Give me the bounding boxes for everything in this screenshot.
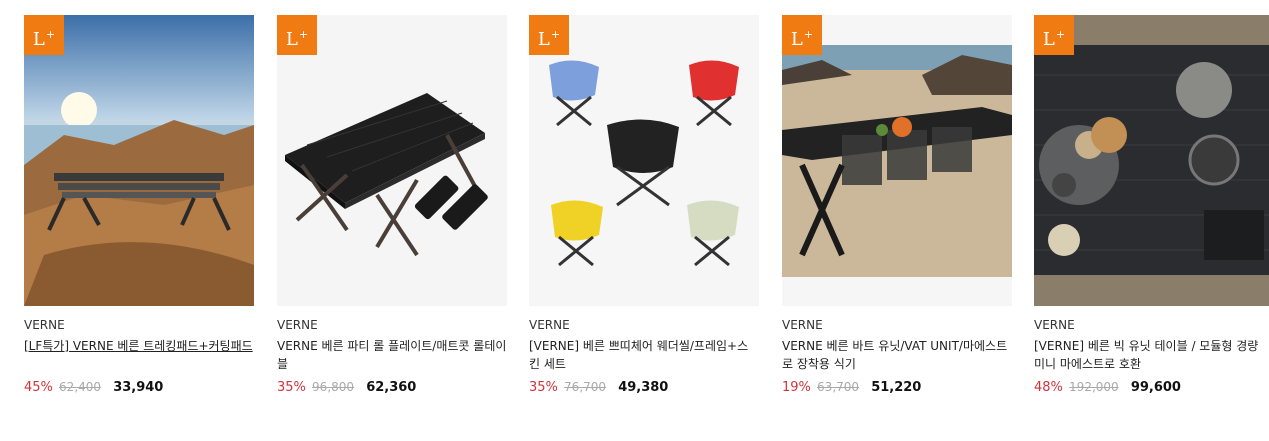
- original-price: 192,000: [1069, 380, 1119, 394]
- original-price: 63,700: [817, 380, 860, 394]
- l-plus-badge: L+: [24, 15, 64, 55]
- original-price: 96,800: [312, 380, 355, 394]
- price-row: 35% 96,800 62,360: [277, 380, 507, 395]
- product-image[interactable]: L+: [1034, 15, 1269, 306]
- product-name-link[interactable]: [VERNE] 베른 쁘띠체어 웨더씰/프레임+스킨 세트: [529, 337, 759, 373]
- product-card[interactable]: L+ VERNE [VERNE] 베른 빅 유닛 테이블 / 모듈형 경량 미니…: [1034, 15, 1269, 395]
- brand-name: VERNE: [24, 318, 65, 332]
- product-name-link[interactable]: VERNE 베른 바트 유닛/VAT UNIT/마에스트로 장착용 식기: [782, 337, 1012, 373]
- discount-rate: 35%: [277, 380, 306, 395]
- sale-price: 99,600: [1130, 380, 1181, 395]
- price-row: 48% 192,000 99,600: [1034, 380, 1269, 395]
- product-card[interactable]: L+ VERNE [LF특가] VERNE 베른 트레킹패드+커팅패드 45% …: [24, 15, 254, 395]
- product-card[interactable]: L+ VERNE VERNE 베른 파티 롤 플레이트/매트콧 롤테이블 35%…: [277, 15, 507, 395]
- product-image[interactable]: L+: [277, 15, 507, 306]
- brand-name: VERNE: [277, 318, 318, 332]
- price-row: 19% 63,700 51,220: [782, 380, 1012, 395]
- discount-rate: 35%: [529, 380, 558, 395]
- roll-table-photo: [277, 15, 507, 306]
- original-price: 62,400: [59, 380, 102, 394]
- brand-name: VERNE: [782, 318, 823, 332]
- original-price: 76,700: [564, 380, 607, 394]
- l-plus-badge: L+: [529, 15, 569, 55]
- l-plus-badge: L+: [782, 15, 822, 55]
- product-image[interactable]: L+: [24, 15, 254, 306]
- product-name-link[interactable]: [LF특가] VERNE 베른 트레킹패드+커팅패드: [24, 337, 254, 373]
- sale-price: 62,360: [366, 380, 417, 395]
- price-row: 45% 62,400 33,940: [24, 380, 254, 395]
- discount-rate: 19%: [782, 380, 811, 395]
- product-name-link[interactable]: [VERNE] 베른 빅 유닛 테이블 / 모듈형 경량 미니 마에스트로 호환: [1034, 337, 1269, 373]
- discount-rate: 45%: [24, 380, 53, 395]
- brand-name: VERNE: [1034, 318, 1075, 332]
- sale-price: 33,940: [113, 380, 164, 395]
- l-plus-badge: L+: [1034, 15, 1074, 55]
- beach-table-photo: [24, 15, 254, 306]
- brand-name: VERNE: [529, 318, 570, 332]
- vat-unit-photo: [782, 15, 1012, 306]
- sale-price: 51,220: [871, 380, 922, 395]
- product-name-link[interactable]: VERNE 베른 파티 롤 플레이트/매트콧 롤테이블: [277, 337, 507, 373]
- product-card[interactable]: L+ VERNE [VERNE] 베른 쁘띠체어 웨더씰/프레임+스킨 세트 3…: [529, 15, 759, 395]
- big-unit-table-photo: [1034, 15, 1269, 306]
- product-image[interactable]: L+: [529, 15, 759, 306]
- product-image[interactable]: L+: [782, 15, 1012, 306]
- price-row: 35% 76,700 49,380: [529, 380, 759, 395]
- discount-rate: 48%: [1034, 380, 1063, 395]
- l-plus-badge: L+: [277, 15, 317, 55]
- sale-price: 49,380: [618, 380, 669, 395]
- petit-chairs-photo: [529, 15, 759, 306]
- product-card[interactable]: L+ VERNE VERNE 베른 바트 유닛/VAT UNIT/마에스트로 장…: [782, 15, 1012, 395]
